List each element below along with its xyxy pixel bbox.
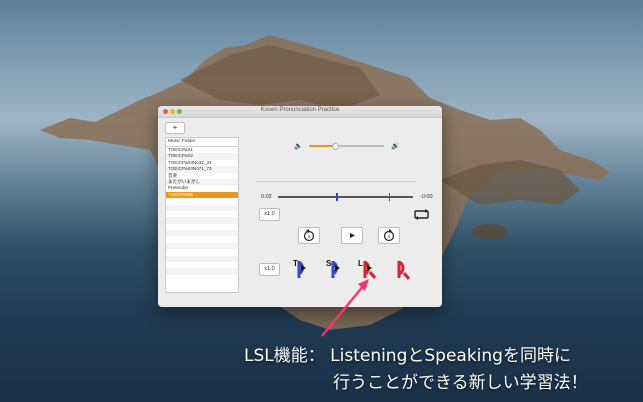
caption-line-1: LSL機能： ListeningとSpeakingを同時に — [244, 346, 571, 366]
caption-line-2: 行うことができる新しい学習法！ — [333, 373, 588, 393]
